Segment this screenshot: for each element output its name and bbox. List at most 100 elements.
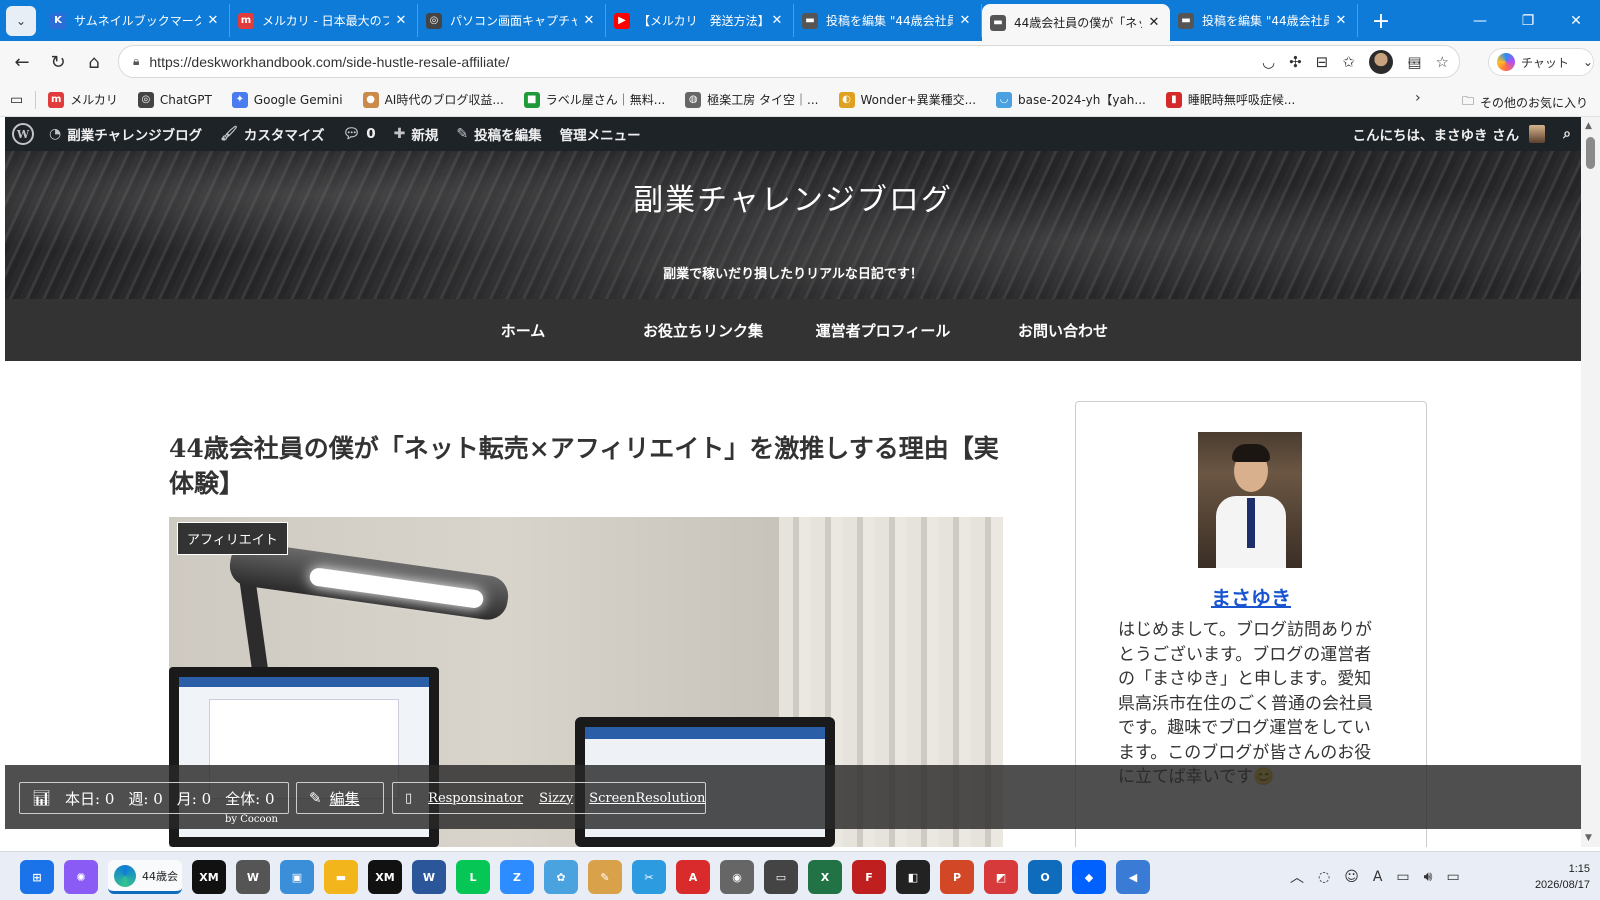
remote-icon[interactable]: ◀ xyxy=(1116,860,1150,894)
address-bar[interactable]: 🔒︎ https://deskworkhandbook.com/side-hus… xyxy=(118,45,1460,78)
reader-icon[interactable]: ▭ xyxy=(764,860,798,894)
favorites-icon[interactable]: ✩ xyxy=(1342,53,1355,71)
meet-icon[interactable]: ☺ xyxy=(1344,869,1359,885)
scrollbar-thumb[interactable] xyxy=(1586,137,1595,169)
battery-icon[interactable]: ▭ xyxy=(1446,869,1459,885)
excel-icon[interactable]: X xyxy=(808,860,842,894)
powerpoint-icon[interactable]: P xyxy=(940,860,974,894)
browser-tab[interactable]: m メルカリ - 日本最大のフリマ ✕ xyxy=(230,4,418,37)
edit-button[interactable]: ✎ 編集 xyxy=(296,782,384,814)
category-label[interactable]: アフィリエイト xyxy=(177,522,288,555)
new-tab-button[interactable]: + xyxy=(1366,7,1396,37)
volume-icon[interactable]: 🔊︎ xyxy=(1424,869,1433,885)
zoom-icon[interactable]: Z xyxy=(500,860,534,894)
close-tab-icon[interactable]: ✕ xyxy=(393,13,409,28)
close-tab-icon[interactable]: ✕ xyxy=(769,13,785,28)
close-tab-icon[interactable]: ✕ xyxy=(205,13,221,28)
nav-item-home[interactable]: ホーム xyxy=(433,320,613,341)
snipping-icon[interactable]: ✂ xyxy=(632,860,666,894)
word-icon[interactable]: W xyxy=(412,860,446,894)
acrobat-icon[interactable]: A xyxy=(676,860,710,894)
wordpress-logo-icon[interactable]: W xyxy=(12,123,34,145)
bookmark-item[interactable]: ◡ base-2024-yh【yah... xyxy=(996,91,1146,108)
refresh-button[interactable]: ↻ xyxy=(40,46,76,78)
close-window-button[interactable]: ✕ xyxy=(1552,0,1600,41)
more-menu-icon[interactable]: ⋯ xyxy=(1407,53,1422,71)
bookmark-item[interactable]: ✦ Google Gemini xyxy=(231,91,343,108)
site-title[interactable]: 副業チャレンジブログ xyxy=(5,175,1581,219)
bookmark-item[interactable]: ● AI時代のブログ収益... xyxy=(362,91,504,108)
notes-icon[interactable]: ✎ xyxy=(588,860,622,894)
close-tab-icon[interactable]: ✕ xyxy=(1333,13,1349,28)
admin-greeting[interactable]: こんにちは、まさゆき さん xyxy=(1352,124,1519,144)
tab-actions-menu-button[interactable]: ⌄ xyxy=(6,6,36,36)
nav-item-useful-links[interactable]: お役立ちリンク集 xyxy=(613,320,793,341)
sticky-icon[interactable]: ◧ xyxy=(896,860,930,894)
wordpress-icon[interactable]: W xyxy=(236,860,270,894)
bookmark-item[interactable]: ◍ 極楽工房 タイ空｜... xyxy=(685,91,819,108)
browser-tab[interactable]: ▬ 44歳会社員の僕が「ネット ✕ xyxy=(982,4,1170,41)
browser-tab[interactable]: ▶ 【メルカリ 発送方法】洋服 ✕ xyxy=(606,4,794,37)
search-icon[interactable]: ⌕ xyxy=(1563,126,1571,142)
filezilla-icon[interactable]: F xyxy=(852,860,886,894)
favorite-star-icon[interactable]: ☆ xyxy=(1436,53,1449,71)
page-scrollbar[interactable]: ▲ ▼ xyxy=(1581,117,1600,847)
browser-tab[interactable]: ▬ 投稿を編集 "44歳会社員 ✕ xyxy=(794,4,982,37)
bookmark-item[interactable]: m メルカリ xyxy=(48,91,118,108)
bookmark-item[interactable]: ◐ Wonder+異業種交... xyxy=(838,91,976,108)
file-explorer-icon[interactable]: ▬ xyxy=(324,860,358,894)
scroll-down-icon[interactable]: ▼ xyxy=(1585,833,1592,843)
bookmark-item[interactable]: ■ ラベル屋さん｜無料... xyxy=(523,91,665,108)
lock-icon[interactable]: 🔒︎ xyxy=(133,54,139,69)
chevron-right-icon[interactable]: › xyxy=(1415,90,1421,106)
screenresolution-link[interactable]: ScreenResolution xyxy=(589,791,705,806)
close-tab-icon[interactable]: ✕ xyxy=(957,13,973,28)
split-screen-icon[interactable]: ⊟ xyxy=(1316,53,1329,71)
admin-bar-edit-post[interactable]: ✎ 投稿を編集 xyxy=(447,117,550,151)
close-tab-icon[interactable]: ✕ xyxy=(1146,15,1162,30)
back-button[interactable]: ← xyxy=(4,46,40,78)
admin-bar-admin-menu[interactable]: 管理メニュー xyxy=(551,117,650,151)
admin-bar-comments[interactable]: 💬︎ 0 xyxy=(333,117,384,151)
admin-bar-customize[interactable]: 🖌︎ カスタマイズ xyxy=(211,117,333,151)
chevron-up-icon[interactable]: ︿ xyxy=(1290,867,1304,887)
display-icon[interactable]: ▭ xyxy=(1396,869,1409,885)
browser-tab[interactable]: ▬ 投稿を編集 "44歳会社員 ✕ xyxy=(1170,4,1358,37)
profile-avatar[interactable] xyxy=(1368,50,1393,74)
restore-button[interactable]: ❐ xyxy=(1504,0,1552,41)
other-favorites-folder[interactable]: 🗀 その他のお気に入り xyxy=(1462,92,1588,113)
admin-bar-new[interactable]: ✚ 新規 xyxy=(385,117,448,151)
extensions-icon[interactable]: ✣ xyxy=(1289,53,1302,71)
minimize-button[interactable]: — xyxy=(1456,0,1504,41)
user-avatar[interactable] xyxy=(1529,125,1546,143)
sizzy-link[interactable]: Sizzy xyxy=(539,791,573,806)
ime-icon[interactable]: A xyxy=(1373,869,1383,885)
bookmark-item[interactable]: ▮ 睡眠時無呼吸症候... xyxy=(1165,91,1295,108)
xm-icon[interactable]: XM xyxy=(192,860,226,894)
edge-browser-taskbar-button[interactable]: 44歳会 xyxy=(108,860,182,894)
browser-tab[interactable]: ◎ パソコン画面キャプチャ方法 ✕ xyxy=(418,4,606,37)
home-button[interactable]: ⌂ xyxy=(76,46,112,78)
photos-icon[interactable]: ✿ xyxy=(544,860,578,894)
scroll-up-icon[interactable]: ▲ xyxy=(1585,121,1592,131)
network-icon[interactable]: ◌ xyxy=(1318,869,1330,885)
close-tab-icon[interactable]: ✕ xyxy=(581,13,597,28)
nav-item-contact[interactable]: お問い合わせ xyxy=(973,320,1153,341)
xm-icon[interactable]: XM xyxy=(368,860,402,894)
responsinator-link[interactable]: Responsinator xyxy=(428,791,523,806)
admin-bar-site-name[interactable]: ◔ 副業チャレンジブログ xyxy=(40,117,211,151)
copilot-chat-button[interactable]: チャット ⌄ xyxy=(1488,48,1594,76)
windows-start-icon[interactable]: ⊞ xyxy=(20,860,54,894)
line-icon[interactable]: L xyxy=(456,860,490,894)
author-name-link[interactable]: まさゆき xyxy=(1076,582,1426,611)
bookmark-item[interactable]: ◎ ChatGPT xyxy=(137,91,212,108)
copilot-icon[interactable]: ✺ xyxy=(64,860,98,894)
outlook-icon[interactable]: O xyxy=(1028,860,1062,894)
dropbox-icon[interactable]: ◆ xyxy=(1072,860,1106,894)
pageview-counter[interactable]: 📊︎ 本日: 0 週: 0 月: 0 全体: 0 by Cocoon xyxy=(19,782,289,825)
taskbar-clock[interactable]: 1:15 2026/08/17 xyxy=(1510,861,1590,893)
url-text[interactable]: https://deskworkhandbook.com/side-hustle… xyxy=(149,54,509,70)
nav-item-profile[interactable]: 運営者プロフィール xyxy=(793,320,973,341)
screenshot-icon[interactable]: ▣ xyxy=(280,860,314,894)
pocket-icon[interactable]: ◡ xyxy=(1262,53,1275,71)
